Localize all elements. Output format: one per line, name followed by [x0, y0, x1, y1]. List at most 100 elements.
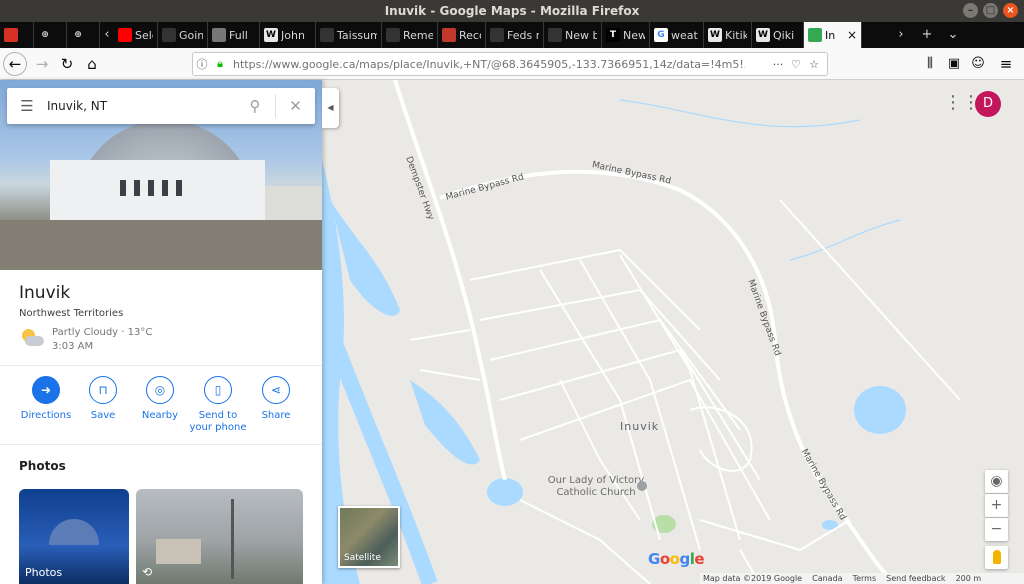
shore-lake: [410, 380, 480, 465]
news-icon: [442, 28, 456, 42]
browser-tab[interactable]: New bo: [544, 22, 602, 48]
google-maps-icon: [808, 28, 822, 42]
collapse-panel-button[interactable]: ◀: [322, 88, 339, 128]
pocket-icon[interactable]: ♡: [787, 58, 805, 71]
account-avatar[interactable]: D: [975, 91, 1001, 117]
account-icon[interactable]: ☺: [966, 52, 990, 76]
browser-tab[interactable]: [0, 22, 34, 48]
list-all-tabs-icon[interactable]: ⌄: [940, 22, 966, 48]
browser-tab[interactable]: Full: [208, 22, 260, 48]
browser-tab[interactable]: W Qiki: [752, 22, 804, 48]
forward-button[interactable]: →: [30, 52, 54, 76]
street-view-pegman-icon[interactable]: [985, 546, 1008, 569]
church-pin-icon[interactable]: [637, 481, 647, 491]
reload-button[interactable]: ↻: [55, 52, 79, 76]
photo-thumbnail-photos[interactable]: Photos: [19, 489, 129, 584]
tab-label: In: [825, 28, 836, 42]
directions-button[interactable]: ➜ Directions: [16, 376, 76, 422]
home-button[interactable]: ⌂: [80, 52, 104, 76]
church-label[interactable]: Our Lady of Victory Catholic Church: [540, 475, 652, 499]
browser-tab[interactable]: T New: [602, 22, 650, 48]
tab-scroll-left-icon[interactable]: ‹: [100, 22, 114, 48]
blank-icon: [490, 28, 504, 42]
building-icon: [212, 28, 226, 42]
browser-tab[interactable]: Remem: [382, 22, 438, 48]
local-time: 3:03 AM: [52, 341, 94, 352]
street-view-360-icon: ⟲: [142, 565, 153, 579]
bookmark-star-icon[interactable]: ☆: [805, 58, 823, 71]
photo-thumbnail-street-view[interactable]: ⟲: [136, 489, 303, 584]
search-icon[interactable]: ⚲: [235, 97, 275, 115]
back-button[interactable]: ←: [3, 52, 27, 76]
directions-label: Directions: [20, 410, 72, 421]
clear-search-icon[interactable]: ✕: [275, 94, 315, 118]
browser-tab[interactable]: Sele: [114, 22, 158, 48]
send-to-phone-button[interactable]: ▯ Send to your phone: [188, 376, 248, 434]
tab-label: Full: [229, 28, 248, 42]
globe-icon: ⊕: [74, 30, 82, 40]
tab-scroll-right-icon[interactable]: ›: [888, 22, 914, 48]
tab-label: New bo: [565, 28, 597, 42]
url-text[interactable]: https://www.google.ca/maps/place/Inuvik,…: [233, 58, 745, 71]
send-feedback-link[interactable]: Send feedback: [886, 573, 945, 584]
save-button[interactable]: ⊓ Save: [73, 376, 133, 422]
browser-tab[interactable]: Gweat: [650, 22, 704, 48]
close-window-button[interactable]: ×: [1003, 3, 1018, 18]
browser-tab[interactable]: Reco: [438, 22, 486, 48]
window-controls: – □ ×: [963, 3, 1018, 18]
url-bar[interactable]: ⓘ 🔒︎ https://www.google.ca/maps/place/In…: [192, 52, 828, 76]
minimize-button[interactable]: –: [963, 3, 978, 18]
terms-link[interactable]: Terms: [853, 573, 877, 584]
tab-strip: ⊕ ⊕ ‹SeleGoin Full WJohnTaissumRememReco Feds…: [0, 22, 1024, 48]
nearby-label: Nearby: [141, 410, 179, 421]
sidebar-icon[interactable]: ▣: [942, 52, 966, 76]
wikipedia-icon: W: [264, 28, 278, 42]
partly-cloudy-icon: [21, 329, 45, 347]
map-scale[interactable]: 200 m: [956, 573, 982, 584]
my-location-icon[interactable]: ◉: [985, 470, 1008, 493]
hamburger-menu-icon[interactable]: ≡: [994, 52, 1018, 76]
photos-heading: Photos: [19, 459, 66, 473]
tabs-container: ⊕ ⊕ ‹SeleGoin Full WJohnTaissumRememReco Feds…: [0, 22, 888, 48]
tab-label: Kitik: [725, 28, 747, 42]
maximize-button[interactable]: □: [983, 3, 998, 18]
browser-tab[interactable]: ⊕: [67, 22, 100, 48]
close-tab-icon[interactable]: ×: [847, 28, 857, 42]
window-title: Inuvik - Google Maps - Mozilla Firefox: [384, 4, 640, 18]
info-icon[interactable]: ⓘ: [193, 56, 211, 72]
menu-icon[interactable]: ☰: [7, 97, 47, 115]
library-icon[interactable]: ⫼: [918, 52, 942, 76]
search-input[interactable]: [47, 99, 235, 113]
browser-tab[interactable]: Feds re: [486, 22, 544, 48]
browser-tab[interactable]: W John: [260, 22, 316, 48]
google-icon: G: [654, 28, 668, 42]
save-label: Save: [90, 410, 116, 421]
browser-tab[interactable]: ⊕: [34, 22, 67, 48]
browser-tab[interactable]: Goin: [158, 22, 208, 48]
map-attribution: Map data ©2019 Google Canada Terms Send …: [700, 573, 1024, 584]
browser-tab[interactable]: W Kitik: [704, 22, 752, 48]
pond-1: [487, 478, 523, 506]
zoom-out-button[interactable]: −: [985, 518, 1008, 541]
lock-icon[interactable]: 🔒︎: [211, 57, 229, 71]
place-title: Inuvik: [19, 283, 71, 303]
google-apps-icon[interactable]: ⋮⋮⋮: [944, 94, 998, 112]
photo-thumbnail-label: Photos: [25, 566, 63, 579]
blank-icon: [386, 28, 400, 42]
send-to-phone-label: Send to your phone: [189, 410, 247, 433]
browser-tab[interactable]: In ×: [804, 22, 862, 48]
page-actions-icon[interactable]: ···: [769, 58, 787, 71]
globe-icon: ⊕: [41, 30, 49, 40]
divider: [0, 365, 322, 366]
share-button[interactable]: ⋖ Share: [246, 376, 306, 422]
nyt-icon: T: [606, 28, 620, 42]
satellite-toggle-button[interactable]: Satellite: [338, 506, 400, 568]
stream-2: [789, 219, 901, 261]
nearby-button[interactable]: ◎ Nearby: [130, 376, 190, 422]
tab-label: Feds re: [507, 28, 539, 42]
browser-tab[interactable]: Taissum: [316, 22, 382, 48]
country-link[interactable]: Canada: [812, 573, 842, 584]
zoom-in-button[interactable]: +: [985, 494, 1008, 517]
stream-1: [619, 99, 861, 128]
new-tab-icon[interactable]: +: [914, 22, 940, 48]
